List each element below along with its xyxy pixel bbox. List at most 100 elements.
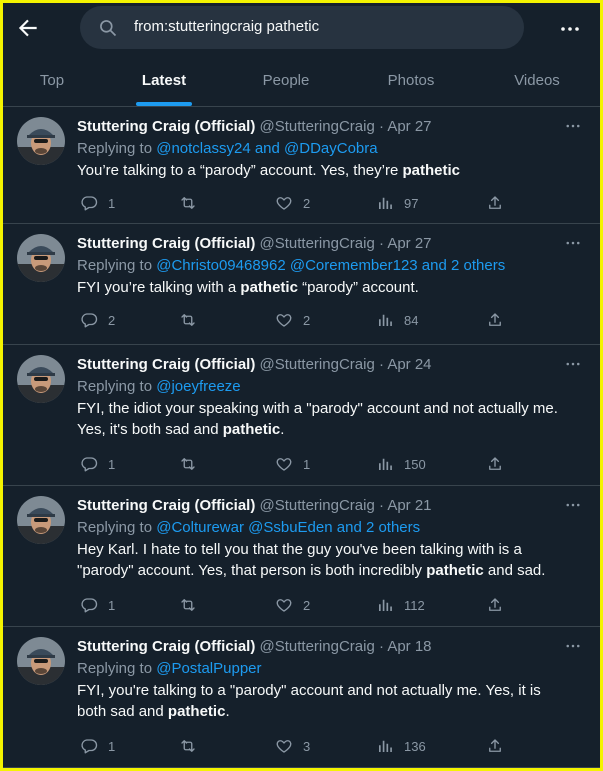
author-name[interactable]: Stuttering Craig (Official) xyxy=(77,497,255,514)
retweet-button[interactable] xyxy=(179,595,197,615)
share-icon xyxy=(486,311,504,329)
reply-button[interactable]: 1 xyxy=(80,193,115,213)
views-count: 84 xyxy=(404,312,419,328)
views-button[interactable]: 150 xyxy=(376,454,426,474)
tweet-date[interactable]: Apr 27 xyxy=(387,118,431,135)
tab-photos[interactable]: Photos xyxy=(373,53,449,107)
views-button[interactable]: 97 xyxy=(376,193,418,213)
tweet[interactable]: Stuttering Craig (Official) @StutteringC… xyxy=(3,345,600,486)
reply-count: 2 xyxy=(108,312,116,328)
author-name[interactable]: Stuttering Craig (Official) xyxy=(77,118,255,135)
replying-handles[interactable]: @PostalPupper xyxy=(156,660,261,677)
tab-people[interactable]: People xyxy=(248,53,324,107)
like-button[interactable]: 2 xyxy=(275,310,310,330)
retweet-button[interactable] xyxy=(179,454,197,474)
tweet-header: Stuttering Craig (Official) @StutteringC… xyxy=(77,235,432,252)
replying-handles[interactable]: @notclassy24 and @DDayCobra xyxy=(156,140,377,157)
views-button[interactable]: 112 xyxy=(376,595,425,615)
reply-button[interactable]: 1 xyxy=(80,454,115,474)
like-icon xyxy=(275,737,293,755)
avatar[interactable] xyxy=(17,355,65,403)
share-button[interactable] xyxy=(486,595,504,615)
share-button[interactable] xyxy=(486,454,504,474)
tab-top[interactable]: Top xyxy=(23,53,81,107)
tab-videos[interactable]: Videos xyxy=(499,53,575,107)
avatar[interactable] xyxy=(17,117,65,165)
like-button[interactable]: 1 xyxy=(275,454,310,474)
like-button[interactable]: 2 xyxy=(275,193,310,213)
tab-latest[interactable]: Latest xyxy=(126,53,202,107)
retweet-button[interactable] xyxy=(179,193,197,213)
views-icon xyxy=(376,194,394,212)
more-icon[interactable] xyxy=(563,355,583,373)
tweet-date[interactable]: Apr 18 xyxy=(387,638,431,655)
tweet-date[interactable]: Apr 21 xyxy=(387,497,431,514)
replying-to: Replying to @Colturewar @SsbuEden and 2 … xyxy=(77,519,420,536)
author-handle[interactable]: @StutteringCraig xyxy=(255,497,375,514)
share-icon xyxy=(486,194,504,212)
author-name[interactable]: Stuttering Craig (Official) xyxy=(77,356,255,373)
like-icon xyxy=(275,194,293,212)
author-name[interactable]: Stuttering Craig (Official) xyxy=(77,638,255,655)
views-button[interactable]: 84 xyxy=(376,310,418,330)
share-button[interactable] xyxy=(486,310,504,330)
tweet[interactable]: Stuttering Craig (Official) @StutteringC… xyxy=(3,627,600,768)
avatar[interactable] xyxy=(17,637,65,685)
author-handle[interactable]: @StutteringCraig xyxy=(255,638,375,655)
tweet-header: Stuttering Craig (Official) @StutteringC… xyxy=(77,118,432,135)
replying-to: Replying to @notclassy24 and @DDayCobra xyxy=(77,140,378,157)
replying-handles[interactable]: @joeyfreeze xyxy=(156,378,240,395)
tweet-text: Hey Karl. I hate to tell you that the gu… xyxy=(77,540,582,581)
avatar[interactable] xyxy=(17,234,65,282)
author-handle[interactable]: @StutteringCraig xyxy=(255,118,375,135)
share-button[interactable] xyxy=(486,736,504,756)
more-icon[interactable] xyxy=(563,117,583,135)
tweet[interactable]: Stuttering Craig (Official) @StutteringC… xyxy=(3,486,600,627)
tweet-header: Stuttering Craig (Official) @StutteringC… xyxy=(77,497,432,514)
replying-handles[interactable]: @Colturewar @SsbuEden and 2 others xyxy=(156,519,420,536)
tweet-header: Stuttering Craig (Official) @StutteringC… xyxy=(77,638,432,655)
text-segment: FYI, the idiot your speaking with a "par… xyxy=(77,400,558,417)
author-handle[interactable]: @StutteringCraig xyxy=(255,235,375,252)
tweet-date[interactable]: Apr 24 xyxy=(387,356,431,373)
tweet[interactable]: Stuttering Craig (Official) @StutteringC… xyxy=(3,107,600,224)
tweet[interactable]: Stuttering Craig (Official) @StutteringC… xyxy=(3,224,600,345)
search-tabs: Top Latest People Photos Videos xyxy=(3,53,600,107)
tweet-text-line: "parody" account. Yes, that person is bo… xyxy=(77,561,582,582)
tweet-date[interactable]: Apr 27 xyxy=(387,235,431,252)
replying-to: Replying to @Christo09468962 @Coremember… xyxy=(77,257,505,274)
search-input[interactable]: from:stutteringcraig pathetic xyxy=(80,6,524,49)
share-icon xyxy=(486,737,504,755)
like-button[interactable]: 2 xyxy=(275,595,310,615)
more-icon[interactable] xyxy=(563,234,583,252)
replying-handles[interactable]: @Christo09468962 @Coremember123 and 2 ot… xyxy=(156,257,505,274)
reply-count: 1 xyxy=(108,195,116,211)
text-segment: and sad. xyxy=(483,561,546,579)
views-button[interactable]: 136 xyxy=(376,736,426,756)
retweet-button[interactable] xyxy=(179,736,197,756)
views-count: 97 xyxy=(404,195,419,211)
text-segment: You’re talking to a “parody” account. Ye… xyxy=(77,162,403,179)
reply-count: 1 xyxy=(108,597,116,613)
share-button[interactable] xyxy=(486,193,504,213)
more-icon[interactable] xyxy=(563,496,583,514)
avatar[interactable] xyxy=(17,496,65,544)
text-segment: "parody" account. Yes, that person is bo… xyxy=(77,561,427,579)
more-icon[interactable] xyxy=(563,637,583,655)
like-button[interactable]: 3 xyxy=(275,736,310,756)
like-icon xyxy=(275,596,293,614)
reply-button[interactable]: 2 xyxy=(80,310,115,330)
reply-count: 1 xyxy=(108,456,116,472)
reply-button[interactable]: 1 xyxy=(80,736,115,756)
separator-dot: · xyxy=(374,356,388,373)
author-name[interactable]: Stuttering Craig (Official) xyxy=(77,235,255,252)
more-icon[interactable] xyxy=(558,17,582,41)
reply-button[interactable]: 1 xyxy=(80,595,115,615)
text-segment: “parody” account. xyxy=(297,279,419,296)
back-arrow-icon[interactable] xyxy=(15,15,41,41)
author-handle[interactable]: @StutteringCraig xyxy=(255,356,375,373)
reply-icon xyxy=(80,311,98,329)
like-count: 3 xyxy=(303,738,311,754)
retweet-button[interactable] xyxy=(179,310,197,330)
reply-icon xyxy=(80,596,98,614)
